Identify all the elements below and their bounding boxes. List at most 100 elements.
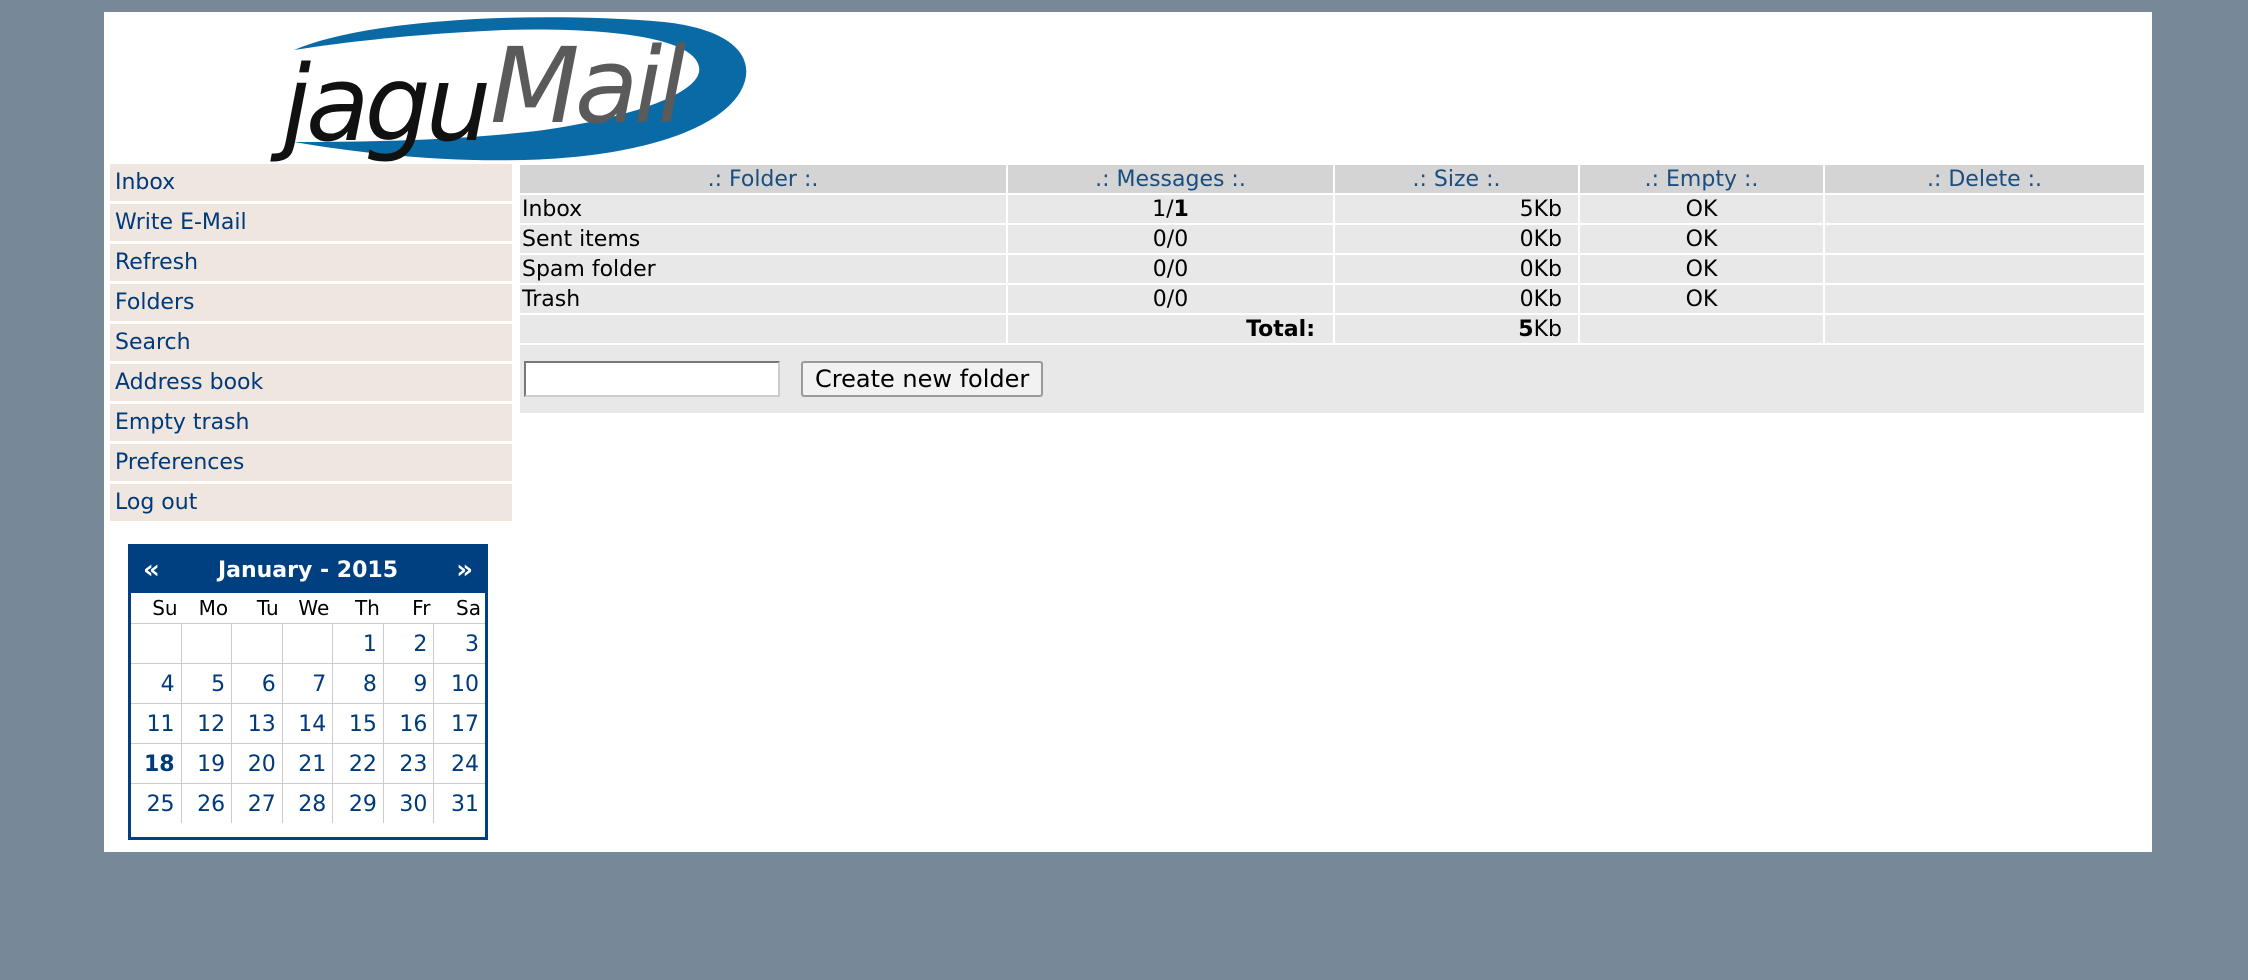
folder-delete-action[interactable]: [1825, 195, 2144, 223]
folder-messages: 0/0: [1008, 285, 1333, 313]
folder-messages-unread: 0: [1152, 256, 1167, 282]
calendar-empty-cell: [282, 623, 334, 663]
calendar-day[interactable]: 8: [333, 663, 384, 703]
folder-size-unit: Kb: [1533, 256, 1562, 282]
calendar-weekday-label: We: [282, 593, 334, 623]
calendar-day[interactable]: 23: [383, 743, 435, 783]
folder-row: Trash 0/0 0Kb OK: [520, 285, 2144, 313]
column-header-size[interactable]: .: Size :.: [1335, 165, 1578, 193]
sidebar-item-inbox[interactable]: Inbox: [110, 164, 512, 201]
sidebar-item-folders[interactable]: Folders: [110, 284, 512, 321]
total-empty-cell: [1825, 315, 2144, 343]
column-header-empty[interactable]: .: Empty :.: [1580, 165, 1823, 193]
calendar-day[interactable]: 16: [383, 703, 435, 743]
folder-name[interactable]: Spam folder: [520, 255, 1006, 283]
sidebar-item-write-email[interactable]: Write E-Mail: [110, 204, 512, 241]
folder-size-value: 0: [1519, 226, 1534, 252]
folder-name[interactable]: Sent items: [520, 225, 1006, 253]
column-header-folder[interactable]: .: Folder :.: [520, 165, 1006, 193]
sidebar-nav: Inbox Write E-Mail Refresh Folders Searc…: [110, 164, 512, 524]
folder-table: .: Folder :. .: Messages :. .: Size :. .…: [518, 163, 2146, 415]
calendar-day[interactable]: 20: [232, 743, 283, 783]
sidebar-item-refresh[interactable]: Refresh: [110, 244, 512, 281]
folder-size: 0Kb: [1335, 225, 1578, 253]
sidebar-item-empty-trash[interactable]: Empty trash: [110, 404, 512, 441]
calendar-day[interactable]: 27: [232, 783, 283, 823]
folder-size-value: 5: [1519, 196, 1534, 222]
folder-empty-action[interactable]: OK: [1580, 255, 1823, 283]
folder-name[interactable]: Trash: [520, 285, 1006, 313]
folder-delete-action[interactable]: [1825, 255, 2144, 283]
calendar-day[interactable]: 26: [181, 783, 233, 823]
calendar-weekday-label: Sa: [434, 593, 485, 623]
folder-size: 0Kb: [1335, 285, 1578, 313]
total-empty-cell: [520, 315, 1006, 343]
folder-messages-total: 1: [1173, 196, 1189, 222]
column-header-delete[interactable]: .: Delete :.: [1825, 165, 2144, 193]
folder-messages-total: 0: [1174, 286, 1189, 312]
calendar-prev-month-button[interactable]: «: [143, 555, 160, 585]
calendar-empty-cell: [181, 623, 233, 663]
calendar-day[interactable]: 9: [383, 663, 435, 703]
calendar-day[interactable]: 31: [434, 783, 485, 823]
sidebar-item-log-out[interactable]: Log out: [110, 484, 512, 521]
calendar-day[interactable]: 29: [333, 783, 384, 823]
sidebar-item-search[interactable]: Search: [110, 324, 512, 361]
calendar-empty-cell: [131, 623, 182, 663]
folder-messages-unread: 0: [1152, 286, 1167, 312]
jagumail-logo: jagu Mail: [270, 17, 747, 162]
calendar-day[interactable]: 30: [383, 783, 435, 823]
calendar-header: « January - 2015 »: [131, 547, 485, 593]
calendar-day[interactable]: 22: [333, 743, 384, 783]
folder-size-unit: Kb: [1533, 286, 1562, 312]
total-size-value: 5: [1518, 316, 1534, 342]
calendar-day[interactable]: 13: [232, 703, 283, 743]
calendar-day[interactable]: 1: [333, 623, 384, 663]
calendar-weekday-label: Fr: [383, 593, 435, 623]
calendar-weekday-label: Tu: [232, 593, 283, 623]
folder-messages-unread: 1: [1152, 196, 1167, 222]
calendar-day[interactable]: 24: [434, 743, 485, 783]
calendar-day[interactable]: 10: [434, 663, 485, 703]
total-row: Total: 5Kb: [520, 315, 2144, 343]
calendar-month-title: January - 2015: [217, 557, 399, 583]
calendar-grid: Su Mo Tu We Th Fr Sa 1 2 3 4 5 6 7 8 9 10 11 12 13 14 15 16 17 1…: [131, 593, 485, 823]
calendar-day[interactable]: 15: [333, 703, 384, 743]
create-new-folder-button[interactable]: Create new folder: [801, 361, 1044, 397]
folder-empty-action[interactable]: OK: [1580, 225, 1823, 253]
calendar-day[interactable]: 6: [232, 663, 283, 703]
folder-size-unit: Kb: [1533, 196, 1562, 222]
total-empty-cell: [1580, 315, 1823, 343]
folder-empty-action[interactable]: OK: [1580, 195, 1823, 223]
create-folder-cell: Create new folder: [520, 345, 2144, 413]
calendar-day[interactable]: 3: [434, 623, 485, 663]
folder-delete-action[interactable]: [1825, 225, 2144, 253]
folder-row: Inbox 1/1 5Kb OK: [520, 195, 2144, 223]
calendar-day[interactable]: 11: [131, 703, 182, 743]
folder-empty-action[interactable]: OK: [1580, 285, 1823, 313]
column-header-messages[interactable]: .: Messages :.: [1008, 165, 1333, 193]
calendar-day[interactable]: 14: [282, 703, 334, 743]
calendar-day[interactable]: 18: [131, 743, 182, 783]
calendar-day[interactable]: 21: [282, 743, 334, 783]
calendar-next-month-button[interactable]: »: [456, 555, 473, 585]
calendar-widget: « January - 2015 » Su Mo Tu We Th Fr Sa 1 2 3 4 5 6 7…: [128, 544, 488, 840]
folder-name[interactable]: Inbox: [520, 195, 1006, 223]
calendar-day[interactable]: 2: [383, 623, 435, 663]
total-size: 5Kb: [1335, 315, 1578, 343]
page-container: jagu Mail Inbox Write E-Mail Refresh Fol…: [104, 12, 2152, 852]
folder-delete-action[interactable]: [1825, 285, 2144, 313]
calendar-day[interactable]: 4: [131, 663, 182, 703]
sidebar-item-address-book[interactable]: Address book: [110, 364, 512, 401]
calendar-day[interactable]: 17: [434, 703, 485, 743]
calendar-day[interactable]: 12: [181, 703, 233, 743]
calendar-day[interactable]: 19: [181, 743, 233, 783]
calendar-day[interactable]: 25: [131, 783, 182, 823]
calendar-weekday-label: Th: [333, 593, 384, 623]
calendar-day[interactable]: 7: [282, 663, 334, 703]
calendar-day[interactable]: 28: [282, 783, 334, 823]
sidebar-item-preferences[interactable]: Preferences: [110, 444, 512, 481]
new-folder-name-input[interactable]: [524, 361, 780, 397]
calendar-day[interactable]: 5: [181, 663, 233, 703]
folder-size: 5Kb: [1335, 195, 1578, 223]
